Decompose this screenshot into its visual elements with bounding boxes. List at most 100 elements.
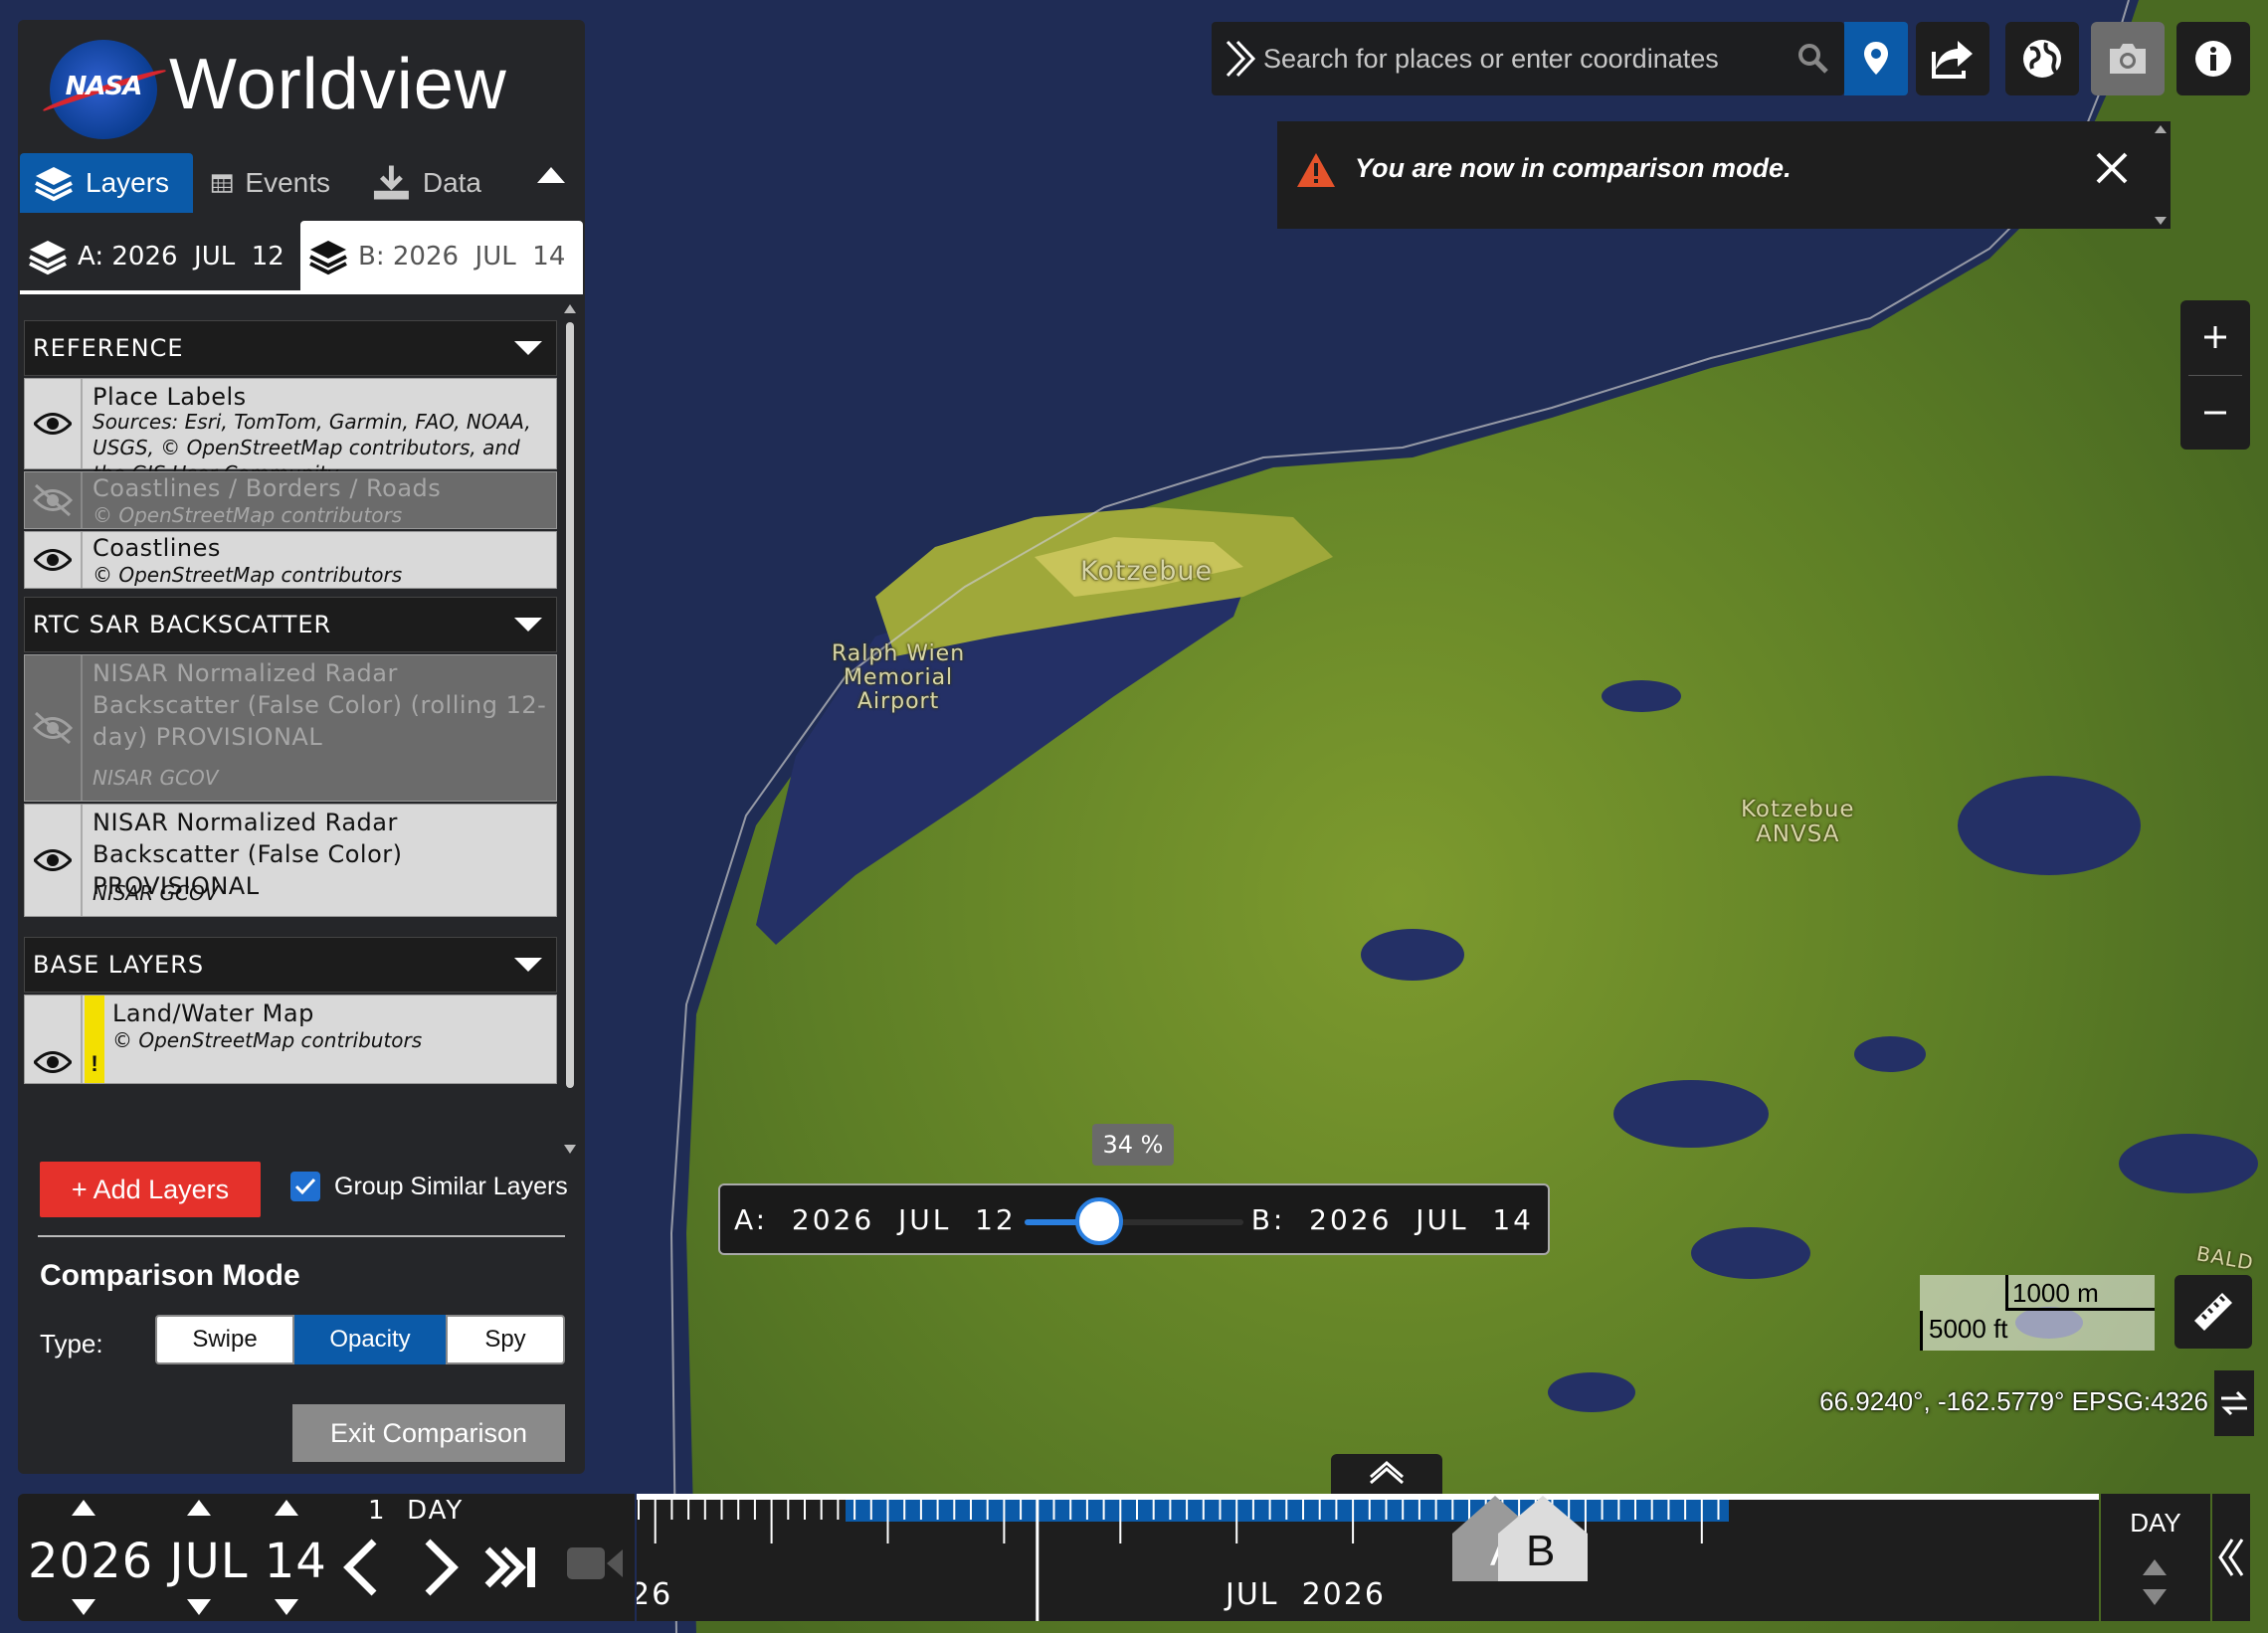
- eye-slash-icon[interactable]: [25, 655, 83, 801]
- layer-list: REFERENCE Place Labels Sources: Esri, To…: [20, 300, 557, 1156]
- zoom-in-button[interactable]: [2180, 300, 2250, 374]
- layers-icon: [309, 241, 347, 275]
- comparison-opacity-slider: A: 2026 JUL 12 B: 2026 JUL 14: [718, 1183, 1550, 1255]
- comparison-type-label: Type:: [40, 1329, 103, 1359]
- tab-events-label: Events: [245, 167, 330, 198]
- step-forward-icon[interactable]: [420, 1538, 464, 1597]
- eye-icon[interactable]: [25, 532, 83, 588]
- layer-source: © OpenStreetMap contributors: [112, 1028, 423, 1052]
- skip-to-end-icon[interactable]: [483, 1538, 543, 1597]
- layer-title: Land/Water Map: [112, 999, 314, 1027]
- comparison-spy-button[interactable]: Spy: [446, 1315, 565, 1364]
- close-icon[interactable]: [2095, 151, 2129, 185]
- month-up-icon[interactable]: [187, 1500, 211, 1516]
- date-display[interactable]: 2026 JUL 14: [28, 1534, 327, 1589]
- map-scale: 1000 m 5000 ft: [1920, 1275, 2155, 1351]
- comparison-swipe-button[interactable]: Swipe: [155, 1315, 294, 1364]
- timeline-collapse-button[interactable]: [2212, 1494, 2250, 1621]
- step-back-icon[interactable]: [338, 1538, 382, 1597]
- caret-down-icon[interactable]: [514, 618, 542, 632]
- zoom-out-button[interactable]: [2180, 376, 2250, 450]
- double-chevron-left-icon: [2218, 1539, 2244, 1576]
- timeline-axis[interactable]: 26 JUL 2026: [637, 1494, 2099, 1621]
- tab-data[interactable]: Data: [372, 153, 481, 213]
- group-header-reference[interactable]: REFERENCE: [24, 320, 557, 376]
- snapshot-button[interactable]: [2091, 22, 2165, 95]
- exit-comparison-button[interactable]: Exit Comparison: [292, 1404, 565, 1462]
- date-day[interactable]: 14: [265, 1534, 327, 1589]
- measure-button[interactable]: [2174, 1275, 2252, 1349]
- interval-selector[interactable]: 1 DAY: [368, 1496, 464, 1526]
- map-label-anvsa: Kotzebue ANVSA: [1741, 797, 1855, 848]
- search-icon[interactable]: [1796, 42, 1830, 76]
- collapse-sidebar-icon[interactable]: [537, 167, 565, 183]
- tab-layers[interactable]: Layers: [20, 153, 193, 213]
- location-pin-button[interactable]: [1844, 22, 1908, 95]
- calendar-icon: [211, 174, 233, 193]
- timeline-zoom-level[interactable]: DAY: [2101, 1494, 2210, 1621]
- layer-title: NISAR Normalized Radar Backscatter (Fals…: [93, 659, 547, 751]
- day-down-icon[interactable]: [275, 1599, 298, 1615]
- comparison-opacity-button[interactable]: Opacity: [294, 1315, 446, 1364]
- eye-slash-icon[interactable]: [25, 472, 83, 528]
- group-header-base-layers[interactable]: BASE LAYERS: [24, 937, 557, 993]
- timeline-handle-b[interactable]: B: [1496, 1494, 1590, 1583]
- opacity-percent-label: 34 %: [1092, 1124, 1174, 1166]
- projection-button[interactable]: [2005, 22, 2079, 95]
- date-month[interactable]: JUL: [169, 1534, 248, 1589]
- info-button[interactable]: [2176, 22, 2250, 95]
- comparison-date-tabs: A: 2026 JUL 12 B: 2026 JUL 14: [20, 221, 583, 294]
- eye-icon[interactable]: [25, 805, 83, 916]
- layer-title: Coastlines: [93, 534, 221, 562]
- layer-item[interactable]: NISAR Normalized Radar Backscatter (Fals…: [24, 654, 557, 802]
- day-up-icon[interactable]: [275, 1500, 298, 1516]
- date-tab-a-label: A: 2026 JUL 12: [78, 242, 284, 272]
- layer-item[interactable]: Coastlines / Borders / Roads © OpenStree…: [24, 471, 557, 529]
- video-camera-icon[interactable]: [565, 1540, 625, 1587]
- alert-scroll-down[interactable]: [2155, 217, 2167, 225]
- group-similar-checkbox[interactable]: Group Similar Layers: [290, 1172, 568, 1201]
- year-down-icon[interactable]: [72, 1599, 95, 1615]
- opacity-slider-handle[interactable]: [1074, 1197, 1123, 1245]
- year-up-icon[interactable]: [72, 1500, 95, 1516]
- month-down-icon[interactable]: [187, 1599, 211, 1615]
- search-bar: [1212, 22, 1844, 95]
- group-header-rtc-sar[interactable]: RTC SAR BACKSCATTER: [24, 597, 557, 652]
- date-tab-b[interactable]: B: 2026 JUL 14: [300, 221, 583, 292]
- coordinate-format-button[interactable]: [2214, 1370, 2254, 1436]
- handle-b-label: B: [1526, 1527, 1555, 1575]
- caret-down-icon[interactable]: [514, 341, 542, 355]
- date-selector: 2026 JUL 14 1 DAY: [18, 1494, 635, 1621]
- group-similar-label: Group Similar Layers: [334, 1172, 568, 1200]
- layer-source: NISAR GCOV: [93, 766, 219, 790]
- layer-item[interactable]: Place Labels Sources: Esri, TomTom, Garm…: [24, 378, 557, 485]
- zoom-level-down-icon[interactable]: [2143, 1589, 2167, 1605]
- share-button[interactable]: [1916, 22, 1989, 95]
- warning-icon: !: [85, 996, 104, 1083]
- date-tab-a[interactable]: A: 2026 JUL 12: [28, 221, 304, 292]
- layer-list-scrollbar[interactable]: [563, 304, 577, 1154]
- alert-scroll-up[interactable]: [2155, 125, 2167, 133]
- layer-item[interactable]: Coastlines © OpenStreetMap contributors: [24, 531, 557, 589]
- timeline-expand-button[interactable]: [1331, 1454, 1442, 1494]
- zoom-level-up-icon[interactable]: [2143, 1559, 2167, 1575]
- search-input[interactable]: [1263, 32, 1761, 86]
- caret-down-icon[interactable]: [514, 958, 542, 972]
- layer-item[interactable]: NISAR Normalized Radar Backscatter (Fals…: [24, 804, 557, 917]
- divider: [38, 1235, 565, 1237]
- layer-item[interactable]: ! Land/Water Map © OpenStreetMap contrib…: [24, 995, 557, 1084]
- eye-icon[interactable]: [25, 996, 83, 1083]
- date-year[interactable]: 2026: [28, 1534, 153, 1589]
- sidebar: NASA Worldview Layers Events Data A: 202…: [18, 20, 585, 1474]
- tab-data-label: Data: [422, 167, 481, 198]
- double-chevron-right-icon[interactable]: [1224, 38, 1257, 80]
- warning-triangle-icon: [1297, 153, 1335, 187]
- opacity-slider-track[interactable]: [1025, 1197, 1243, 1245]
- comparison-mode-alert: You are now in comparison mode.: [1277, 121, 2171, 229]
- eye-icon[interactable]: [25, 379, 83, 468]
- share-icon: [1932, 41, 1973, 79]
- tab-events[interactable]: Events: [211, 153, 330, 213]
- layer-source: © OpenStreetMap contributors: [93, 503, 403, 527]
- add-layers-button[interactable]: + Add Layers: [40, 1162, 261, 1217]
- plus-icon: [2204, 326, 2226, 348]
